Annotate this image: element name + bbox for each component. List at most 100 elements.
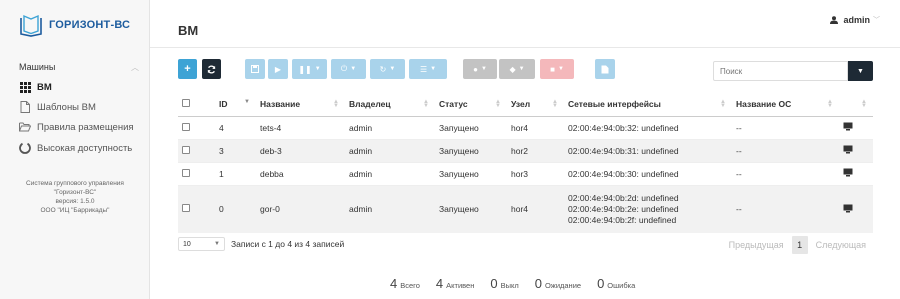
select-all-checkbox[interactable] (182, 98, 190, 107)
logo[interactable]: ГОРИЗОНТ-ВС (18, 12, 130, 38)
vnc-button[interactable] (839, 184, 873, 233)
col-header-status[interactable]: Статус ▲ ▼ (435, 92, 507, 117)
list-dropdown-button[interactable]: ☰ ▼ (409, 59, 447, 79)
table-row[interactable]: 3 deb-3 admin Запущено hor2 02:00:4e:94:… (178, 138, 873, 162)
stat-active[interactable]: 4 Активен (436, 276, 474, 291)
next-page-button[interactable]: Следующая (816, 240, 866, 250)
pause-dropdown-button[interactable]: ❚❚ ▼ (292, 59, 327, 79)
stat-error[interactable]: 0 Ошибка (597, 276, 635, 291)
play-icon: ▶ (274, 64, 282, 74)
caret-down-icon: ▼ (518, 66, 525, 72)
cell-os: -- (732, 115, 839, 139)
sort-icon: ▲ ▼ (552, 99, 558, 109)
delete-dropdown-button[interactable]: ■ ▼ (540, 59, 574, 79)
cell-status: Запущено (435, 115, 507, 139)
save-button[interactable] (245, 59, 265, 79)
sidebar-item-label: Высокая доступность (37, 142, 133, 154)
table-row[interactable]: 0 gor-0 admin Запущено hor4 02:00:4e:94:… (178, 184, 873, 233)
system-info-version: версия: 1.5.0 (55, 198, 95, 205)
row-checkbox[interactable] (182, 145, 190, 154)
select-all-header[interactable] (178, 92, 215, 117)
user-menu[interactable]: admin ﹀ (830, 15, 880, 25)
system-info-line: "Горизонт-ВС" (53, 189, 97, 196)
user-name: admin (843, 15, 870, 25)
page-size-select[interactable]: 10 ▼ (178, 237, 225, 251)
stat-total[interactable]: 4 Всего (390, 276, 420, 291)
col-header-actions[interactable]: ▲ ▼ (839, 92, 873, 117)
vnc-button[interactable] (839, 115, 873, 139)
caret-down-icon: ▼ (557, 66, 564, 72)
cell-status: Запущено (435, 161, 507, 185)
chevron-up-icon: ︿ (131, 63, 139, 72)
power-dropdown-button[interactable]: ⏻ ▼ (331, 59, 366, 79)
cell-name: tets-4 (256, 115, 345, 139)
col-header-name[interactable]: Название ▲ ▼ (256, 92, 345, 117)
row-checkbox[interactable] (182, 168, 190, 177)
cell-network: 02:00:4e:94:0b:31: undefined (564, 138, 732, 162)
col-header-label: Название (260, 98, 301, 109)
col-header-os[interactable]: Название ОС ▲ ▼ (732, 92, 839, 117)
user-dropdown-button[interactable]: ● ▼ (463, 59, 497, 79)
sidebar-item-high-availability[interactable]: Высокая доступность (19, 141, 132, 155)
tag-dropdown-button[interactable]: ◆ ▼ (499, 59, 535, 79)
row-checkbox[interactable] (182, 204, 190, 213)
reboot-dropdown-button[interactable]: ↻ ▼ (370, 59, 405, 79)
col-header-id[interactable]: ID ▼ (215, 92, 256, 117)
sort-icon: ▲ ▼ (861, 99, 867, 109)
col-header-network[interactable]: Сетевые интерфейсы ▲ ▼ (564, 92, 732, 117)
sidebar-item-placement-rules[interactable]: Правила размещения (19, 120, 134, 134)
col-header-label: Название ОС (736, 98, 792, 109)
cell-name: debba (256, 161, 345, 185)
network-interface: 02:00:4e:94:0b:2e: undefined (568, 203, 679, 214)
col-header-host[interactable]: Узел ▲ ▼ (507, 92, 564, 117)
table-row[interactable]: 1 debba admin Запущено hor3 02:00:4e:94:… (178, 161, 873, 185)
stat-label: Активен (446, 281, 475, 290)
document-button[interactable] (595, 59, 615, 79)
folder-open-icon (19, 121, 31, 133)
sidebar-item-vm-templates[interactable]: Шаблоны ВМ (19, 100, 96, 114)
cell-os: -- (732, 184, 839, 233)
system-info-company: ООО "ИЦ "Баррикады" (40, 207, 110, 214)
stat-off[interactable]: 0 Выкл (490, 276, 518, 291)
table-row[interactable]: 4 tets-4 admin Запущено hor4 02:00:4e:94… (178, 115, 873, 139)
sort-icon: ▲ ▼ (720, 99, 726, 109)
search-input[interactable] (713, 61, 848, 81)
sidebar-item-label: Правила размещения (37, 121, 134, 133)
desktop-icon (843, 168, 853, 177)
list-icon: ☰ (419, 64, 428, 74)
refresh-button[interactable] (202, 59, 221, 79)
col-header-label: Сетевые интерфейсы (568, 98, 661, 109)
caret-down-icon: ▼ (430, 66, 437, 72)
stat-label: Выкл (500, 281, 519, 290)
stat-count: 4 (435, 276, 444, 291)
vnc-button[interactable] (839, 138, 873, 162)
sidebar: ГОРИЗОНТ-ВС Машины ︿ ВМ Шаблоны ВМ Прави… (0, 0, 150, 299)
stat-pending[interactable]: 0 Ожидание (535, 276, 581, 291)
cell-status: Запущено (435, 138, 507, 162)
vnc-button[interactable] (839, 161, 873, 185)
chevron-down-icon: ﹀ (873, 17, 880, 24)
sidebar-item-label: ВМ (37, 81, 52, 93)
pause-icon: ❚❚ (298, 64, 312, 74)
records-info: Записи с 1 до 4 из 4 записей (231, 239, 345, 249)
sidebar-item-vm[interactable]: ВМ (19, 80, 52, 94)
stat-count: 0 (534, 276, 542, 291)
caret-down-icon: ▼ (314, 66, 321, 72)
col-header-label: ID (219, 98, 228, 109)
page-button-1[interactable]: 1 (791, 236, 808, 254)
play-button[interactable]: ▶ (268, 59, 288, 79)
sidebar-section-machines[interactable]: Машины ︿ (19, 62, 139, 73)
sort-icon: ▲ ▼ (423, 99, 429, 109)
caret-down-icon: ▼ (857, 67, 864, 75)
create-button[interactable]: + (178, 59, 197, 79)
table-header-row: ID ▼ Название ▲ ▼ Владелец ▲ ▼ Статус ▲ ▼ Узел ▲… (178, 92, 873, 117)
trash-icon: ■ (550, 64, 555, 74)
cell-network: 02:00:4e:94:0b:30: undefined (564, 161, 732, 185)
sidebar-section-label: Машины (19, 62, 56, 72)
cell-network: 02:00:4e:94:0b:32: undefined (564, 115, 732, 139)
search-options-button[interactable]: ▼ (848, 61, 873, 81)
caret-down-icon: ▼ (350, 66, 357, 72)
col-header-owner[interactable]: Владелец ▲ ▼ (345, 92, 435, 117)
prev-page-button[interactable]: Предыдущая (729, 240, 784, 250)
row-checkbox[interactable] (182, 122, 190, 131)
